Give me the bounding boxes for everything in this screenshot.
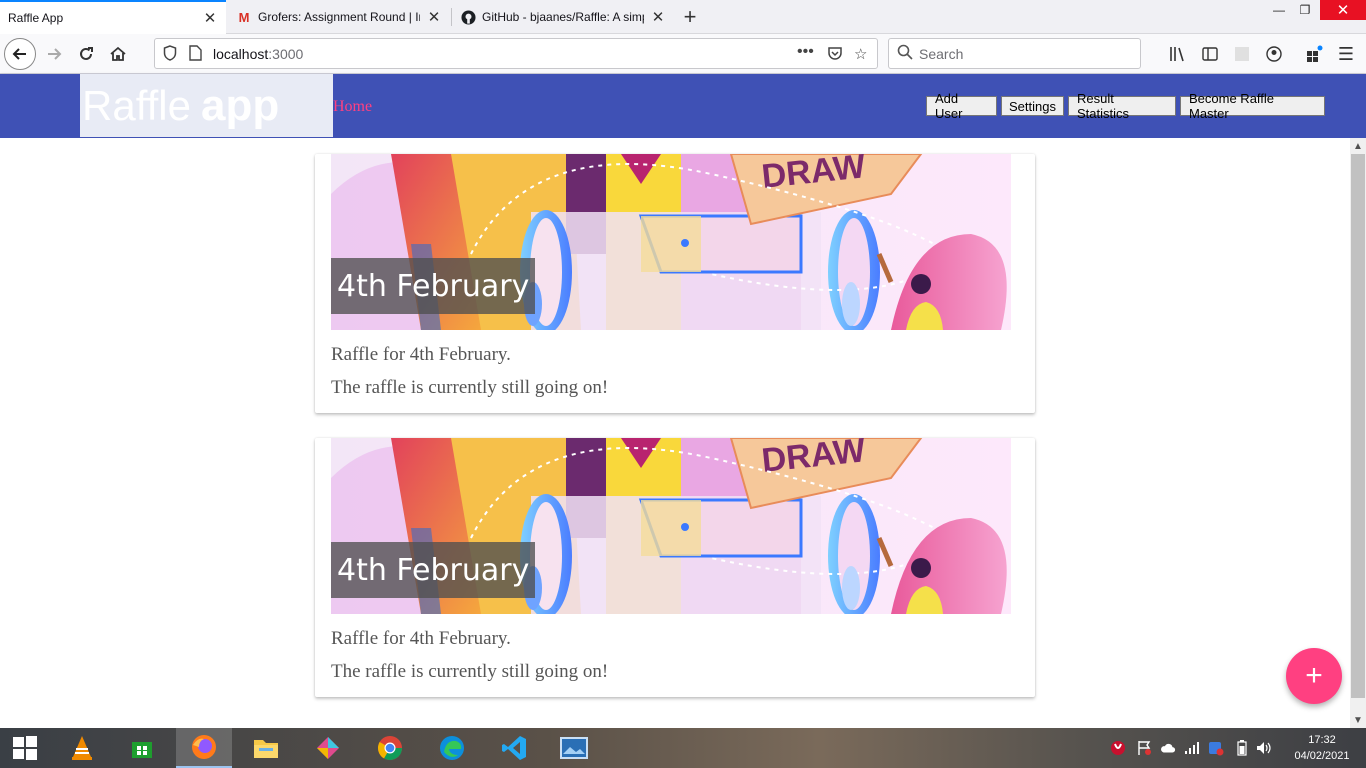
antivirus-icon[interactable] bbox=[1110, 740, 1126, 756]
flag-icon[interactable] bbox=[1136, 740, 1152, 756]
windows-taskbar: 17:32 04/02/2021 bbox=[0, 728, 1366, 768]
account-icon[interactable] bbox=[1264, 44, 1284, 64]
chrome-icon[interactable] bbox=[362, 728, 418, 768]
app-colorful-icon[interactable] bbox=[300, 728, 356, 768]
close-icon[interactable]: ✕ bbox=[650, 9, 666, 26]
add-user-button[interactable]: Add User bbox=[926, 91, 997, 121]
search-icon bbox=[897, 44, 913, 64]
windows-start-icon[interactable] bbox=[0, 728, 50, 768]
new-tab-icon[interactable]: + bbox=[678, 4, 702, 29]
battery-icon[interactable] bbox=[1234, 740, 1250, 756]
back-arrow-icon[interactable] bbox=[4, 38, 36, 70]
sidebar-icon[interactable] bbox=[1200, 44, 1220, 64]
home-link[interactable]: Home bbox=[333, 98, 372, 116]
vlc-icon[interactable] bbox=[54, 728, 110, 768]
menu-icon[interactable]: ☰ bbox=[1336, 44, 1356, 64]
network-signal-icon[interactable] bbox=[1184, 740, 1200, 756]
logo-text-thin: Raffle bbox=[82, 81, 191, 129]
search-input[interactable]: Search bbox=[888, 38, 1141, 69]
raffle-card-description: Raffle for 4th February. bbox=[331, 344, 511, 365]
tab-title: GitHub - bjaanes/Raffle: A simp bbox=[482, 10, 644, 24]
library-icon[interactable] bbox=[1168, 44, 1188, 64]
url-text: localhost:3000 bbox=[213, 46, 303, 62]
bookmark-star-icon[interactable]: ☆ bbox=[854, 45, 867, 63]
scroll-down-icon[interactable]: ▼ bbox=[1350, 712, 1366, 728]
logo-text-bold: app bbox=[200, 80, 280, 130]
tab-raffle-app[interactable]: Raffle App ✕ bbox=[0, 0, 226, 34]
page-scrollbar[interactable]: ▲ ▼ bbox=[1350, 138, 1366, 728]
main-content: DRAW 4th February Raffle for 4th Februar… bbox=[0, 138, 1350, 728]
volume-icon[interactable] bbox=[1256, 740, 1272, 756]
file-explorer-icon[interactable] bbox=[238, 728, 294, 768]
home-icon[interactable] bbox=[102, 38, 134, 70]
gmail-icon: M bbox=[238, 9, 250, 25]
github-icon bbox=[460, 9, 476, 25]
store-icon[interactable] bbox=[114, 728, 170, 768]
security-update-icon[interactable] bbox=[1208, 740, 1224, 756]
pocket-icon[interactable] bbox=[827, 45, 843, 65]
close-icon[interactable]: ✕ bbox=[202, 10, 218, 27]
vscode-icon[interactable] bbox=[486, 728, 542, 768]
search-placeholder: Search bbox=[919, 45, 964, 62]
shield-icon[interactable] bbox=[163, 45, 177, 65]
browser-tab-strip: Raffle App ✕ M Grofers: Assignment Round… bbox=[0, 0, 1366, 34]
url-host: localhost bbox=[213, 45, 269, 62]
url-bar[interactable]: localhost:3000 ••• ☆ bbox=[154, 38, 878, 69]
tab-title: Raffle App bbox=[8, 11, 64, 25]
settings-button[interactable]: Settings bbox=[1001, 96, 1064, 116]
system-clock[interactable]: 17:32 04/02/2021 bbox=[1284, 732, 1360, 764]
more-actions-icon[interactable]: ••• bbox=[797, 43, 814, 61]
clock-date: 04/02/2021 bbox=[1294, 750, 1350, 762]
become-raffle-master-button[interactable]: Become Raffle Master bbox=[1180, 91, 1325, 121]
raffle-card-title: 4th February bbox=[331, 542, 536, 598]
scroll-thumb[interactable] bbox=[1351, 154, 1365, 698]
raffle-card[interactable]: DRAW 4th February Raffle for 4th Februar… bbox=[315, 438, 1035, 697]
url-port: :3000 bbox=[268, 45, 304, 62]
browser-toolbar: localhost:3000 ••• ☆ Search ☰ bbox=[0, 34, 1366, 74]
page-icon[interactable] bbox=[189, 45, 202, 65]
raffle-card-title: 4th February bbox=[331, 258, 536, 314]
result-statistics-button[interactable]: Result Statistics bbox=[1068, 91, 1176, 121]
forward-arrow-icon[interactable] bbox=[38, 38, 70, 70]
edge-icon[interactable] bbox=[424, 728, 480, 768]
firefox-icon[interactable] bbox=[176, 728, 232, 768]
raffle-card-status: The raffle is currently still going on! bbox=[331, 377, 609, 398]
raffle-card-description: Raffle for 4th February. bbox=[331, 628, 511, 649]
scroll-up-icon[interactable]: ▲ bbox=[1350, 138, 1366, 154]
raffle-card[interactable]: DRAW 4th February Raffle for 4th Februar… bbox=[315, 154, 1035, 413]
app-logo[interactable]: Raffle app bbox=[80, 74, 333, 137]
extension-icon[interactable] bbox=[1232, 44, 1252, 64]
tab-title: Grofers: Assignment Round | In bbox=[258, 10, 420, 24]
close-icon[interactable]: ✕ bbox=[426, 9, 442, 26]
raffle-card-status: The raffle is currently still going on! bbox=[331, 661, 609, 682]
extensions-puzzle-icon[interactable] bbox=[1304, 44, 1324, 64]
app-header: Raffle app Home Add User Settings Result… bbox=[0, 74, 1366, 138]
window-close-icon[interactable]: ✕ bbox=[1320, 0, 1366, 20]
reload-icon[interactable] bbox=[70, 38, 102, 70]
photos-icon[interactable] bbox=[546, 728, 602, 768]
tab-grofers[interactable]: M Grofers: Assignment Round | In ✕ bbox=[228, 0, 450, 34]
cloud-icon[interactable] bbox=[1160, 740, 1176, 756]
add-raffle-button[interactable]: + bbox=[1286, 648, 1342, 704]
tab-github[interactable]: GitHub - bjaanes/Raffle: A simp ✕ bbox=[452, 0, 674, 34]
clock-time: 17:32 bbox=[1308, 734, 1336, 746]
